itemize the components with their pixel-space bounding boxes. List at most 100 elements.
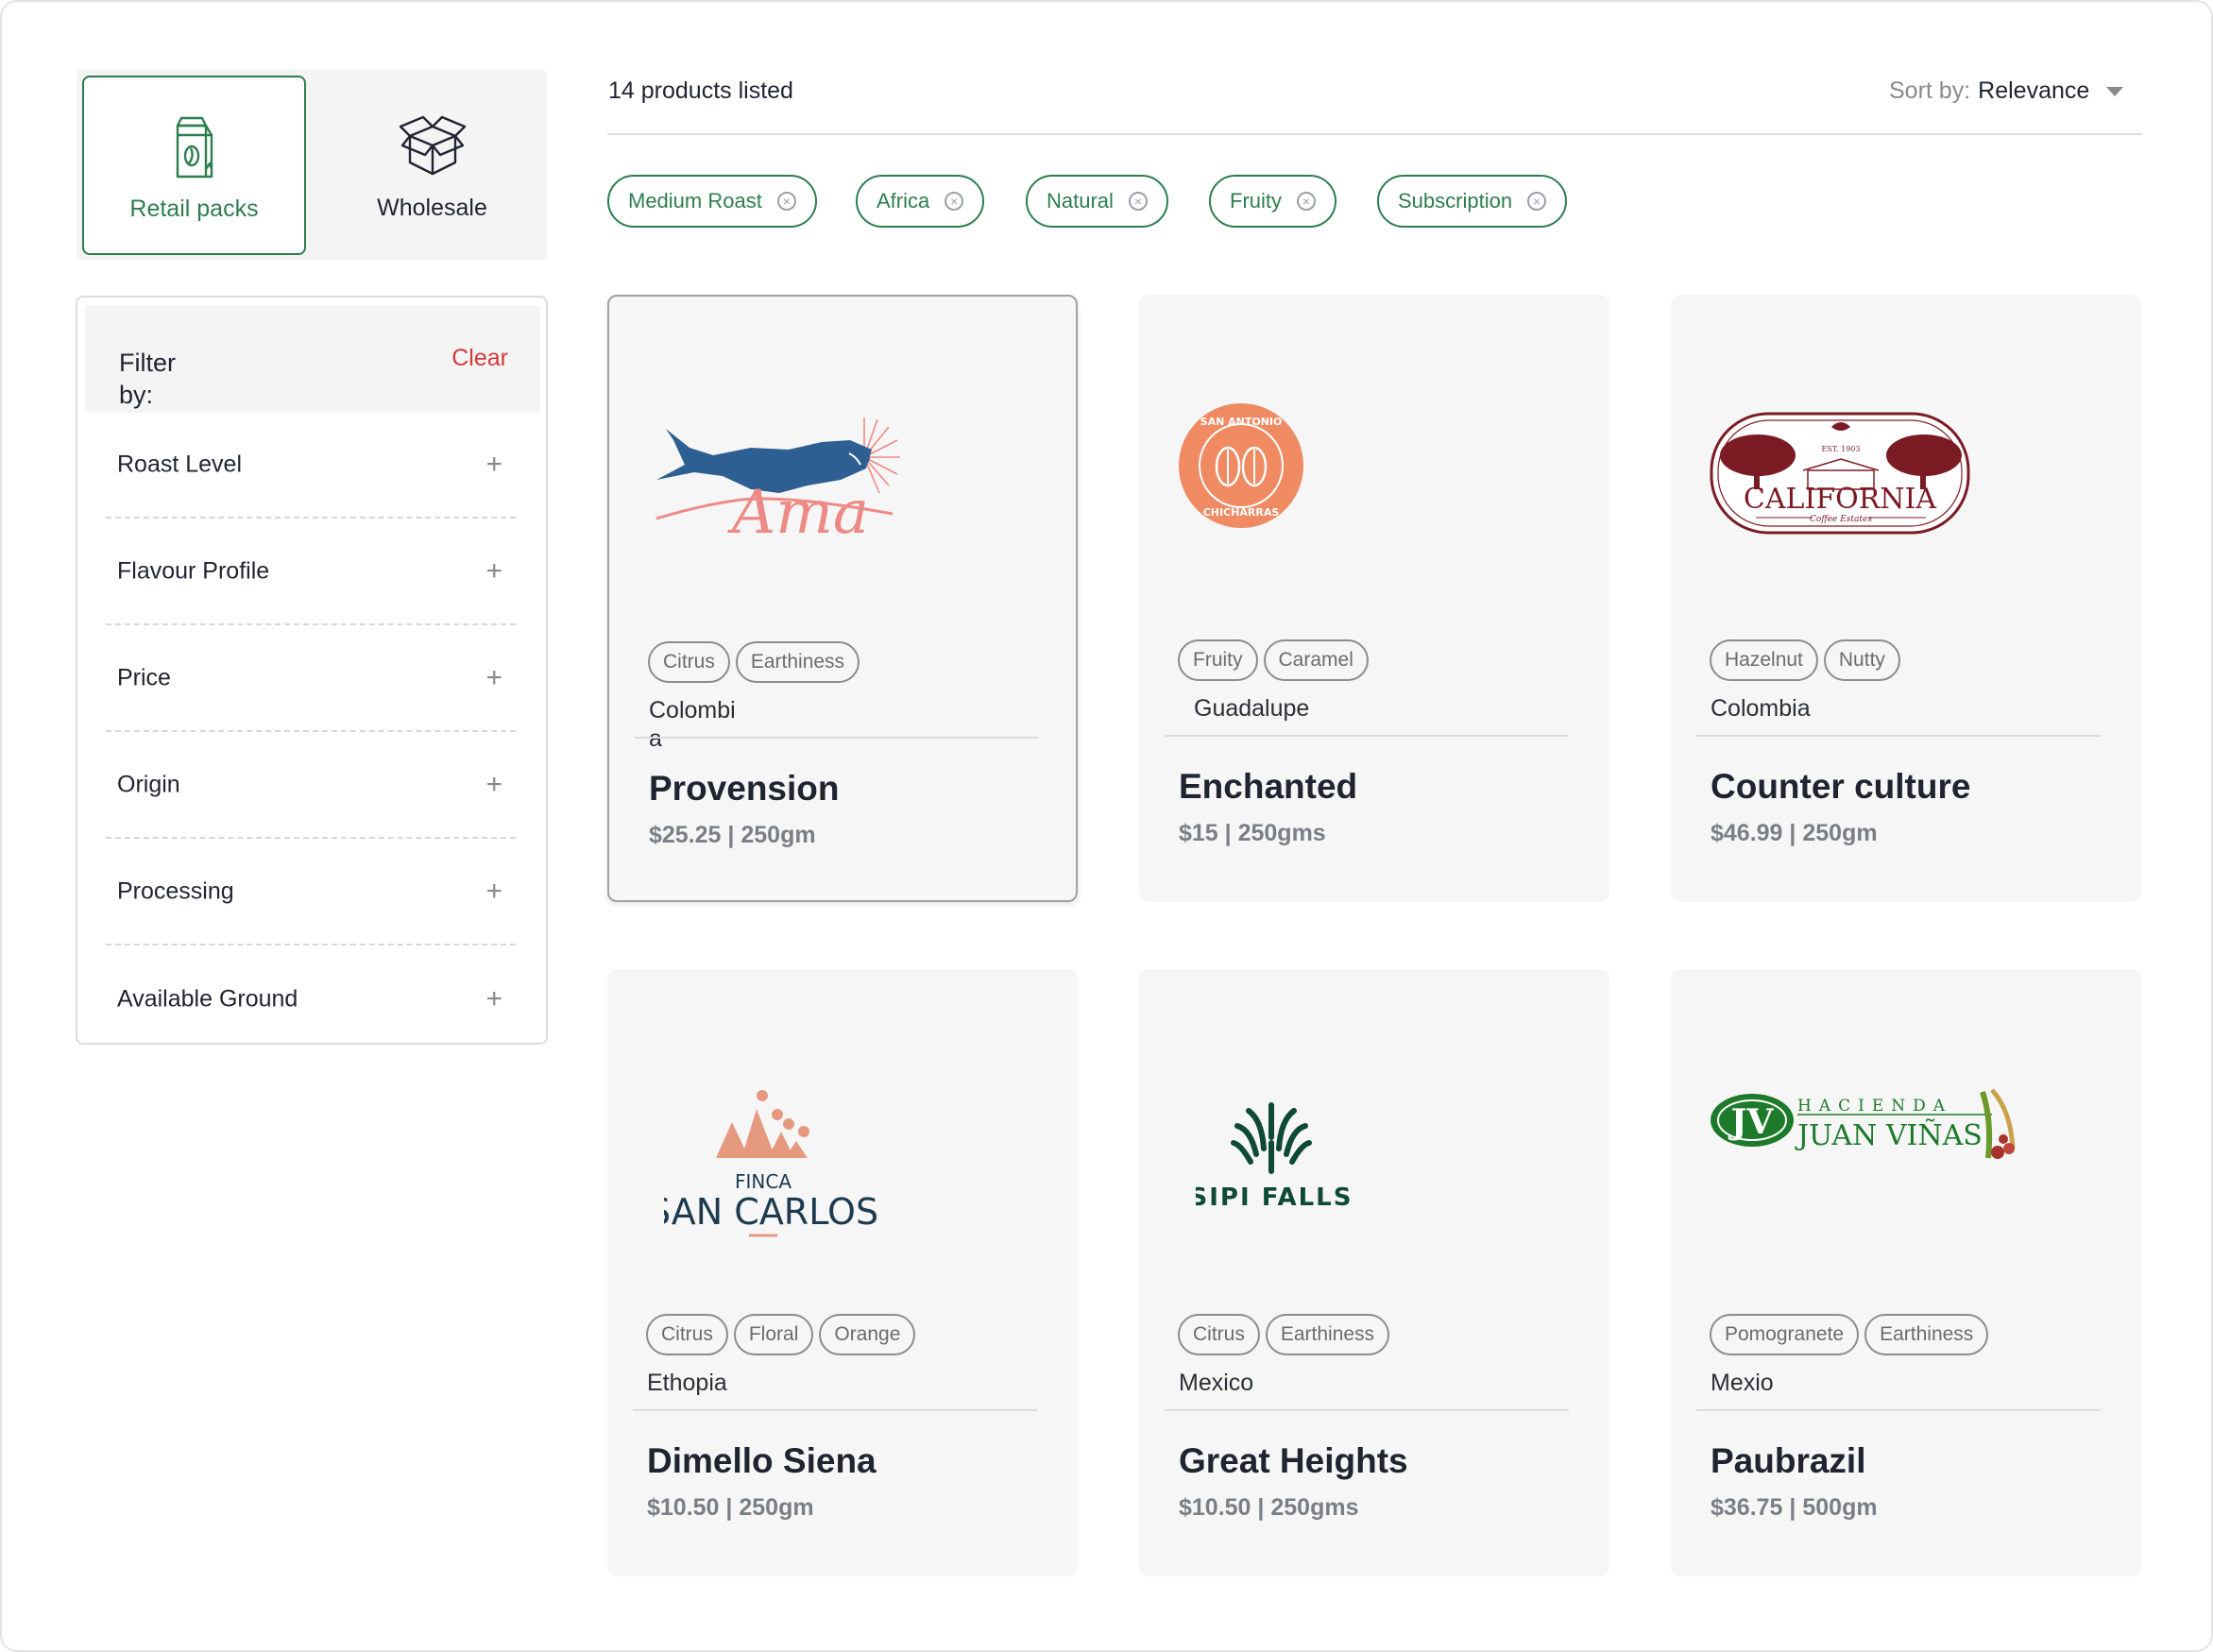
svg-text:SAN CARLOS: SAN CARLOS [664, 1191, 878, 1233]
flavour-tags: Fruity Caramel [1178, 639, 1369, 681]
expand-plus-icon: + [485, 661, 502, 693]
clear-filters-button[interactable]: Clear [451, 345, 508, 372]
expand-plus-icon: + [485, 875, 502, 907]
svg-text:CHICHARRAS: CHICHARRAS [1203, 506, 1280, 519]
product-name: Enchanted [1179, 767, 1358, 806]
product-origin: Colombia [649, 697, 736, 752]
card-divider [633, 1409, 1037, 1411]
product-price: $36.75 | 500gm [1711, 1494, 1878, 1521]
hacienda-juan-vinas-logo: JV HACIENDA JUAN VIÑAS [1711, 1088, 2016, 1159]
product-origin: Mexico [1179, 1370, 1254, 1396]
chip-label: Medium Roast [628, 189, 762, 213]
coffee-bag-icon [176, 116, 213, 178]
sort-dropdown[interactable]: Sort by: Relevance [1889, 77, 2124, 105]
remove-chip-icon[interactable]: × [1297, 192, 1316, 211]
flavour-tag: Hazelnut [1710, 639, 1818, 681]
svg-text:SAN ANTONIO: SAN ANTONIO [1200, 416, 1283, 428]
wholesale-button[interactable]: Wholesale [317, 69, 547, 261]
ama-logo: Ama [655, 417, 900, 548]
svg-text:JUAN VIÑAS: JUAN VIÑAS [1795, 1118, 1983, 1152]
flavour-tag: Orange [819, 1314, 916, 1355]
svg-text:CALIFORNIA: CALIFORNIA [1744, 483, 1936, 516]
product-price: $25.25 | 250gm [649, 822, 816, 848]
product-count: 14 products listed [608, 77, 793, 104]
flavour-tag: Citrus [648, 641, 730, 683]
filter-processing[interactable]: Processing + [106, 839, 516, 945]
expand-plus-icon: + [485, 448, 502, 480]
retail-packs-label: Retail packs [129, 195, 259, 222]
flavour-tag: Citrus [1178, 1314, 1260, 1355]
product-price: $46.99 | 250gm [1711, 820, 1878, 846]
flavour-tag: Citrus [646, 1314, 728, 1355]
filter-item-label: Origin [117, 771, 180, 797]
svg-text:SIPI FALLS: SIPI FALLS [1196, 1184, 1353, 1212]
flavour-tag: Fruity [1178, 639, 1258, 681]
flavour-tags: Citrus Earthiness [1178, 1314, 1390, 1355]
flavour-tag: Earthiness [735, 641, 860, 683]
svg-text:Ama: Ama [727, 478, 869, 548]
filter-item-label: Flavour Profile [117, 557, 270, 584]
card-divider [1696, 735, 2101, 737]
expand-plus-icon: + [485, 554, 502, 587]
expand-plus-icon: + [485, 982, 502, 1014]
app-frame: Retail packs Wholesale Filter by: Clear [0, 0, 2213, 1652]
product-price: $10.50 | 250gms [1179, 1494, 1359, 1521]
card-divider [1165, 1409, 1569, 1411]
finca-san-carlos-logo: FINCA SAN CARLOS [664, 1090, 878, 1237]
product-card-counter-culture[interactable]: EST. 1903 CALIFORNIA Coffee Estates Haze… [1671, 295, 2141, 902]
product-card-provension[interactable]: Ama Citrus Earthiness Colombia Provensio… [607, 295, 1078, 902]
product-name: Dimello Siena [647, 1441, 877, 1480]
flavour-tag: Caramel [1263, 639, 1369, 681]
filter-origin[interactable]: Origin + [106, 732, 516, 839]
remove-chip-icon[interactable]: × [1128, 192, 1148, 211]
flavour-tags: Hazelnut Nutty [1710, 639, 1900, 681]
filter-flavour-profile[interactable]: Flavour Profile + [106, 519, 516, 625]
chip-label: Fruity [1230, 189, 1282, 213]
product-name: Provension [649, 769, 840, 808]
filter-price[interactable]: Price + [106, 625, 516, 732]
svg-text:FINCA: FINCA [735, 1170, 792, 1193]
flavour-tag: Pomogranete [1710, 1314, 1860, 1355]
flavour-tag: Earthiness [1265, 1314, 1390, 1355]
product-type-toggle: Retail packs Wholesale [77, 69, 547, 261]
filter-chip-fruity[interactable]: Fruity × [1209, 175, 1336, 228]
filter-available-ground[interactable]: Available Ground + [106, 945, 516, 1052]
product-card-dimello-siena[interactable]: FINCA SAN CARLOS Citrus Floral Orange Et… [607, 969, 1078, 1576]
filter-roast-level[interactable]: Roast Level + [106, 412, 516, 519]
retail-packs-button[interactable]: Retail packs [82, 76, 306, 255]
product-name: Great Heights [1179, 1441, 1408, 1480]
product-origin: Guadalupe [1194, 695, 1310, 722]
flavour-tag: Nutty [1823, 639, 1900, 681]
filter-chip-subscription[interactable]: Subscription × [1377, 175, 1568, 228]
filter-chip-natural[interactable]: Natural × [1026, 175, 1168, 228]
product-card-paubrazil[interactable]: JV HACIENDA JUAN VIÑAS Pomogranete Earth… [1671, 969, 2141, 1576]
remove-chip-icon[interactable]: × [1527, 192, 1547, 211]
svg-text:EST. 1903: EST. 1903 [1822, 445, 1861, 453]
box-icon [399, 115, 466, 176]
filter-item-label: Processing [117, 877, 234, 904]
product-price: $10.50 | 250gm [647, 1494, 814, 1521]
product-origin: Ethopia [647, 1370, 727, 1396]
remove-chip-icon[interactable]: × [776, 192, 796, 211]
filter-item-label: Price [117, 664, 171, 690]
remove-chip-icon[interactable]: × [945, 192, 964, 211]
filter-header: Filter by: Clear [85, 305, 540, 413]
chip-label: Africa [877, 189, 930, 213]
card-divider [1165, 735, 1569, 737]
chevron-down-icon [2106, 87, 2124, 97]
filter-item-label: Available Ground [117, 985, 298, 1012]
product-price: $15 | 250gms [1179, 820, 1326, 846]
product-origin: Colombia [1711, 695, 1811, 722]
product-card-enchanted[interactable]: SAN ANTONIO CHICHARRAS Fruity Caramel Gu… [1139, 295, 1609, 902]
san-antonio-chicharras-logo: SAN ANTONIO CHICHARRAS [1179, 403, 1303, 528]
card-divider [635, 737, 1039, 739]
sipi-falls-logo: SIPI FALLS [1196, 1102, 1353, 1212]
chip-label: Subscription [1398, 189, 1513, 213]
product-name: Counter culture [1711, 767, 1971, 806]
sort-value: Relevance [1978, 77, 2090, 104]
svg-text:JV: JV [1728, 1102, 1775, 1142]
product-card-great-heights[interactable]: SIPI FALLS Citrus Earthiness Mexico Grea… [1139, 969, 1609, 1576]
filter-title: Filter by: [119, 349, 176, 409]
filter-chip-medium-roast[interactable]: Medium Roast × [607, 175, 817, 228]
filter-chip-africa[interactable]: Africa × [856, 175, 985, 228]
